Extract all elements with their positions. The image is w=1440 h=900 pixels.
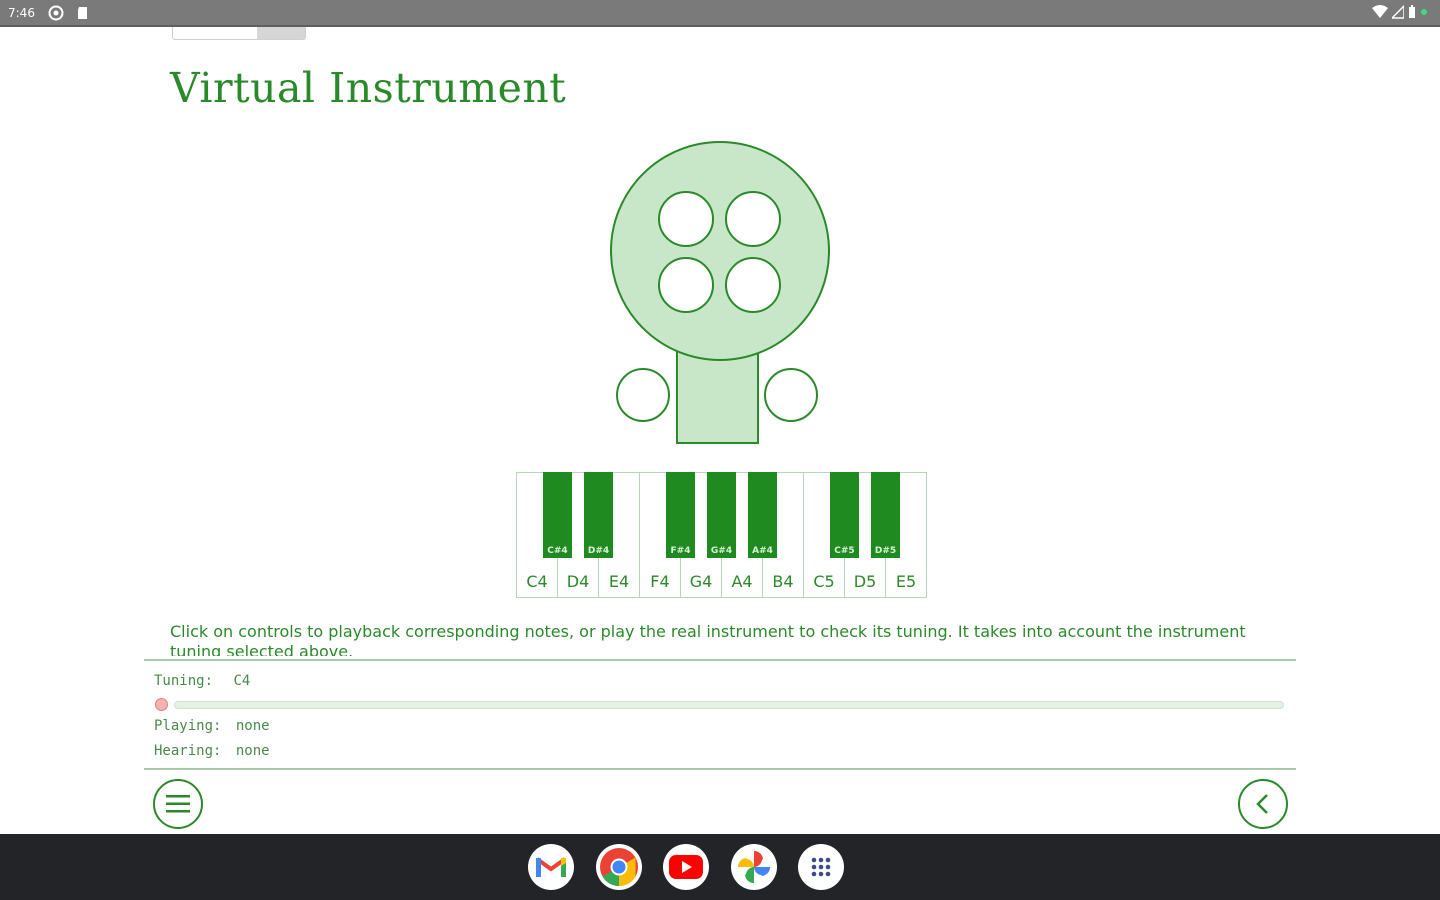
page-title: Virtual Instrument — [170, 64, 567, 112]
control-side-right[interactable] — [764, 368, 818, 422]
back-button[interactable] — [1238, 779, 1288, 829]
sd-card-icon — [78, 7, 87, 19]
control-peg-top-left[interactable] — [658, 191, 714, 247]
settings-notification-icon — [48, 5, 64, 21]
control-peg-bottom-right[interactable] — [725, 257, 781, 313]
top-selector-tab-right[interactable] — [257, 27, 305, 39]
white-key-label: F4 — [650, 572, 670, 591]
control-peg-bottom-left[interactable] — [658, 257, 714, 313]
playing-row: Playing: none — [154, 718, 270, 734]
instrument-diagram — [610, 141, 830, 444]
chrome-icon[interactable] — [596, 844, 642, 890]
status-time: 7:46 — [8, 6, 35, 20]
chevron-left-icon — [1256, 794, 1268, 814]
hearing-row: Hearing: none — [154, 743, 270, 759]
hearing-value: none — [235, 743, 270, 759]
black-key-label: C#4 — [547, 546, 568, 556]
white-key-label: C5 — [813, 572, 835, 591]
black-key-fs4[interactable]: F#4 — [666, 472, 695, 558]
black-key-as4[interactable]: A#4 — [748, 472, 777, 558]
playing-label: Playing: — [154, 718, 222, 734]
white-key-label: C4 — [526, 572, 548, 591]
black-key-label: F#4 — [670, 546, 691, 556]
black-key-label: D#5 — [874, 546, 897, 556]
white-key-label: D4 — [566, 572, 590, 591]
gmail-icon[interactable] — [528, 844, 574, 890]
photos-icon[interactable] — [731, 844, 777, 890]
black-key-label: D#4 — [587, 546, 610, 556]
black-key-label: G#4 — [710, 546, 733, 556]
tuning-row: Tuning: C4 — [154, 673, 250, 689]
black-key-label: A#4 — [752, 546, 773, 556]
privacy-dot-icon — [1421, 9, 1427, 15]
white-key-label: B4 — [772, 572, 794, 591]
wifi-icon — [1372, 5, 1388, 18]
control-peg-top-right[interactable] — [725, 191, 781, 247]
status-panel: Tuning: C4 Playing: none Hearing: none — [144, 659, 1296, 770]
hamburger-menu-icon — [166, 795, 190, 813]
tuning-label: Tuning: — [154, 673, 214, 689]
white-key-label: G4 — [689, 572, 713, 591]
piano-keyboard: C4 D4 E4 F4 G4 A4 B4 C5 D5 E5 C#4 D#4 F#4 G#4 A#4 C#5 D#… — [516, 472, 927, 599]
black-key-label: C#5 — [834, 546, 855, 556]
instrument-head — [610, 141, 830, 361]
status-bar: 7:46 — [0, 0, 1440, 27]
tuning-slider-track[interactable] — [174, 701, 1284, 709]
hearing-label: Hearing: — [154, 743, 222, 759]
menu-button[interactable] — [153, 779, 203, 829]
app-launcher-icon[interactable] — [798, 844, 844, 890]
black-key-cs5[interactable]: C#5 — [830, 472, 859, 558]
tuning-value: C4 — [233, 673, 251, 689]
black-key-ds4[interactable]: D#4 — [584, 472, 613, 558]
white-key-label: A4 — [731, 572, 753, 591]
playing-value: none — [235, 718, 270, 734]
top-selector-tab[interactable] — [172, 27, 306, 40]
black-key-gs4[interactable]: G#4 — [707, 472, 736, 558]
signal-icon — [1392, 5, 1404, 19]
tuning-slider-thumb[interactable] — [155, 698, 168, 711]
youtube-icon[interactable] — [663, 844, 709, 890]
instructions-text: Click on controls to playback correspond… — [170, 622, 1246, 656]
status-right — [1372, 5, 1428, 19]
black-key-ds5[interactable]: D#5 — [871, 472, 900, 558]
white-key-label: E4 — [608, 572, 630, 591]
battery-icon — [1409, 5, 1415, 18]
taskbar — [0, 834, 1440, 900]
black-key-cs4[interactable]: C#4 — [543, 472, 572, 558]
control-side-left[interactable] — [616, 368, 670, 422]
white-key-label: E5 — [895, 572, 917, 591]
white-key-label: D5 — [853, 572, 877, 591]
